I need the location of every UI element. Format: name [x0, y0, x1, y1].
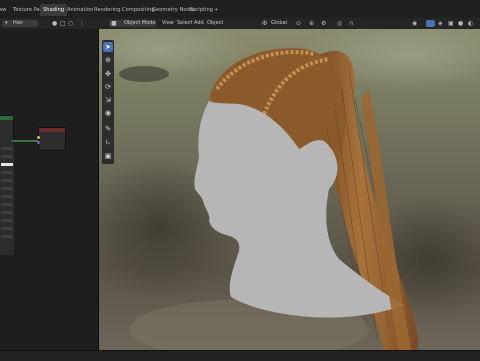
orientation-label[interactable]: Global	[271, 18, 287, 29]
transform-icon[interactable]: ◉	[103, 108, 113, 118]
node-options-icon[interactable]: □	[60, 20, 66, 27]
scale-icon[interactable]: ⇲	[103, 95, 113, 105]
rotate-icon[interactable]: ⟳	[103, 82, 113, 92]
cursor-icon[interactable]: ⊕	[103, 55, 113, 65]
pivot-icon[interactable]: ⊙	[296, 20, 301, 27]
gizmo-toggle[interactable]	[426, 20, 435, 27]
tab-previous[interactable]: aw	[0, 4, 9, 16]
viewport-toolbar: ➤ ⊕ ✥ ⟳ ⇲ ◉ ✎ ∟ ▣	[102, 40, 114, 164]
status-bar	[0, 350, 480, 361]
falloff-icon[interactable]: ∩	[349, 20, 353, 27]
menu-add[interactable]: Add	[194, 18, 204, 29]
menu-object[interactable]: Object	[207, 18, 223, 29]
orientation-icon: ✠	[262, 20, 268, 27]
solid-shading-icon[interactable]: ●	[458, 20, 463, 27]
snap-target-icon[interactable]: ⚙	[321, 20, 326, 27]
mode-label: Object Mode	[124, 20, 156, 26]
snap-icon[interactable]: ⊕	[309, 20, 314, 27]
add-workspace-button[interactable]: +	[211, 4, 221, 16]
workspace-tabs-bar: aw Texture Paint Shading Animation Rende…	[0, 0, 480, 19]
visibility-icon[interactable]: ◉	[412, 20, 417, 27]
material-preview-icon[interactable]: ◐	[468, 20, 473, 27]
xray-icon[interactable]: ▣	[448, 20, 454, 27]
object-type-icon: ▾	[5, 20, 8, 26]
overlays-icon[interactable]: ◈	[438, 20, 443, 27]
3d-viewport[interactable]	[99, 29, 480, 350]
measure-icon[interactable]: ∟	[103, 137, 113, 147]
annotate-icon[interactable]: ✎	[103, 124, 113, 134]
shader-node-editor[interactable]	[0, 29, 99, 350]
viewport-render	[99, 29, 480, 350]
add-cube-icon[interactable]: ▣	[103, 151, 113, 161]
node-links	[12, 140, 38, 142]
object-mode-icon: ■	[111, 20, 117, 27]
node-view-icon[interactable]: ○	[68, 20, 73, 27]
pin-icon[interactable]: ●	[52, 20, 57, 27]
menu-select[interactable]: Select	[177, 18, 192, 29]
select-box-icon[interactable]: ➤	[103, 42, 113, 52]
proportional-edit-icon[interactable]: ◎	[337, 20, 342, 27]
move-icon[interactable]: ✥	[103, 69, 113, 79]
object-name: Hair	[13, 20, 24, 26]
menu-view[interactable]: View	[162, 18, 174, 29]
overlay-icon[interactable]: ⋮	[79, 20, 85, 27]
